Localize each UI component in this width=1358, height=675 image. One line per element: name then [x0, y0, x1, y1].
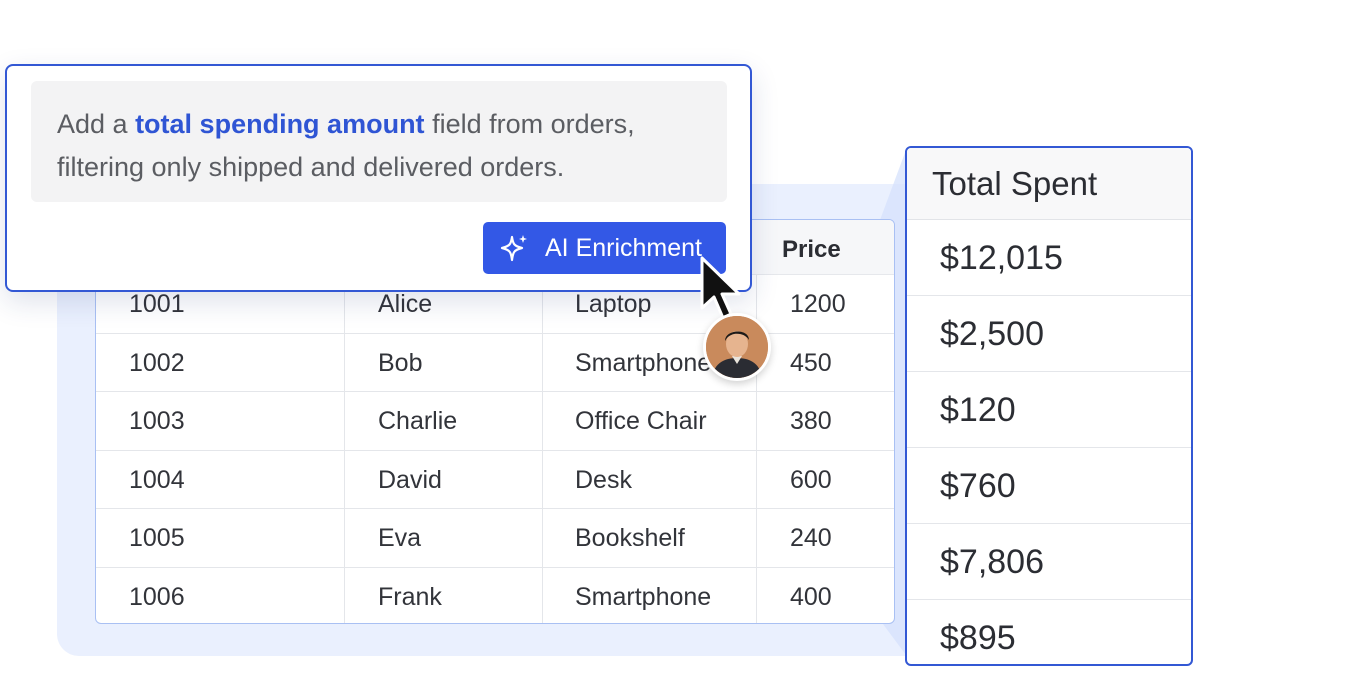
price-cell: 400 — [790, 582, 832, 611]
ai-enrichment-button[interactable]: AI Enrichment — [483, 222, 726, 274]
total-spent-cell[interactable]: $7,806 — [907, 524, 1191, 600]
total-spent-cell[interactable]: $120 — [907, 372, 1191, 448]
price-cell: 450 — [790, 348, 832, 377]
total-spent-cell[interactable]: $2,500 — [907, 296, 1191, 372]
column-header-price[interactable]: Price — [782, 236, 841, 264]
table-row[interactable]: 1003 Charlie Office Chair 380 — [96, 392, 894, 451]
product-cell: Smartphone — [575, 582, 712, 611]
customer-cell: Charlie — [378, 407, 458, 435]
prompt-text-before: Add a — [57, 109, 136, 139]
enrichment-prompt-panel: Add a total spending amount field from o… — [5, 64, 752, 292]
table-row[interactable]: 1004 David Desk 600 — [96, 451, 894, 509]
customer-cell: David — [378, 465, 442, 494]
ai-enrichment-label: AI Enrichment — [545, 234, 703, 262]
prompt-highlight: total spending amount — [135, 109, 425, 139]
person-avatar-icon — [706, 316, 768, 378]
total-spent-header[interactable]: Total Spent — [907, 148, 1191, 220]
price-cell: 380 — [790, 407, 832, 435]
order-id-cell: 1002 — [129, 348, 185, 377]
customer-cell: Bob — [378, 348, 423, 377]
table-row[interactable]: 1006 Frank Smartphone 400 — [96, 568, 894, 624]
price-cell: 600 — [790, 465, 832, 494]
order-id-cell: 1005 — [129, 524, 185, 552]
product-cell: Desk — [575, 465, 632, 494]
product-cell: Office Chair — [575, 407, 707, 435]
table-row[interactable]: 1002 Bob Smartphone 450 — [96, 334, 894, 392]
total-spent-column: Total Spent $12,015 $2,500 $120 $760 $7,… — [905, 146, 1193, 666]
user-avatar — [703, 313, 771, 381]
order-id-cell: 1003 — [129, 407, 185, 435]
order-id-cell: 1006 — [129, 582, 185, 611]
total-spent-cell[interactable]: $760 — [907, 448, 1191, 524]
price-cell: 240 — [790, 524, 832, 552]
order-id-cell: 1004 — [129, 465, 185, 494]
total-spent-cell[interactable]: $12,015 — [907, 220, 1191, 296]
total-spent-cell[interactable]: $895 — [907, 600, 1191, 664]
price-cell: 1200 — [790, 290, 846, 318]
product-cell: Smartphone — [575, 348, 712, 377]
customer-cell: Frank — [378, 582, 442, 611]
prompt-input[interactable]: Add a total spending amount field from o… — [31, 81, 727, 202]
customer-cell: Eva — [378, 524, 422, 552]
table-row[interactable]: 1005 Eva Bookshelf 240 — [96, 509, 894, 568]
product-cell: Bookshelf — [575, 524, 685, 552]
sparkle-icon — [500, 235, 527, 262]
